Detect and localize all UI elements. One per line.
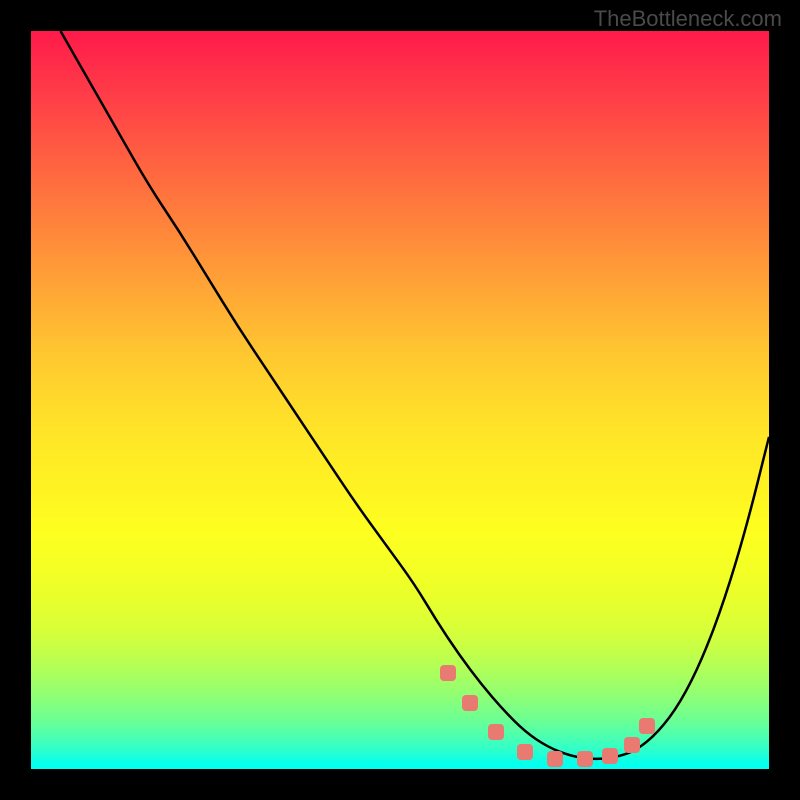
bottleneck-marker (602, 748, 618, 764)
bottleneck-marker (440, 665, 456, 681)
bottleneck-marker (639, 718, 655, 734)
watermark-text: TheBottleneck.com (594, 6, 782, 32)
bottleneck-marker (488, 724, 504, 740)
bottleneck-marker (517, 744, 533, 760)
plot-area (31, 31, 769, 769)
bottleneck-marker (624, 737, 640, 753)
bottleneck-marker (462, 695, 478, 711)
bottleneck-marker (577, 751, 593, 767)
bottleneck-marker (547, 751, 563, 767)
markers-layer (31, 31, 769, 769)
